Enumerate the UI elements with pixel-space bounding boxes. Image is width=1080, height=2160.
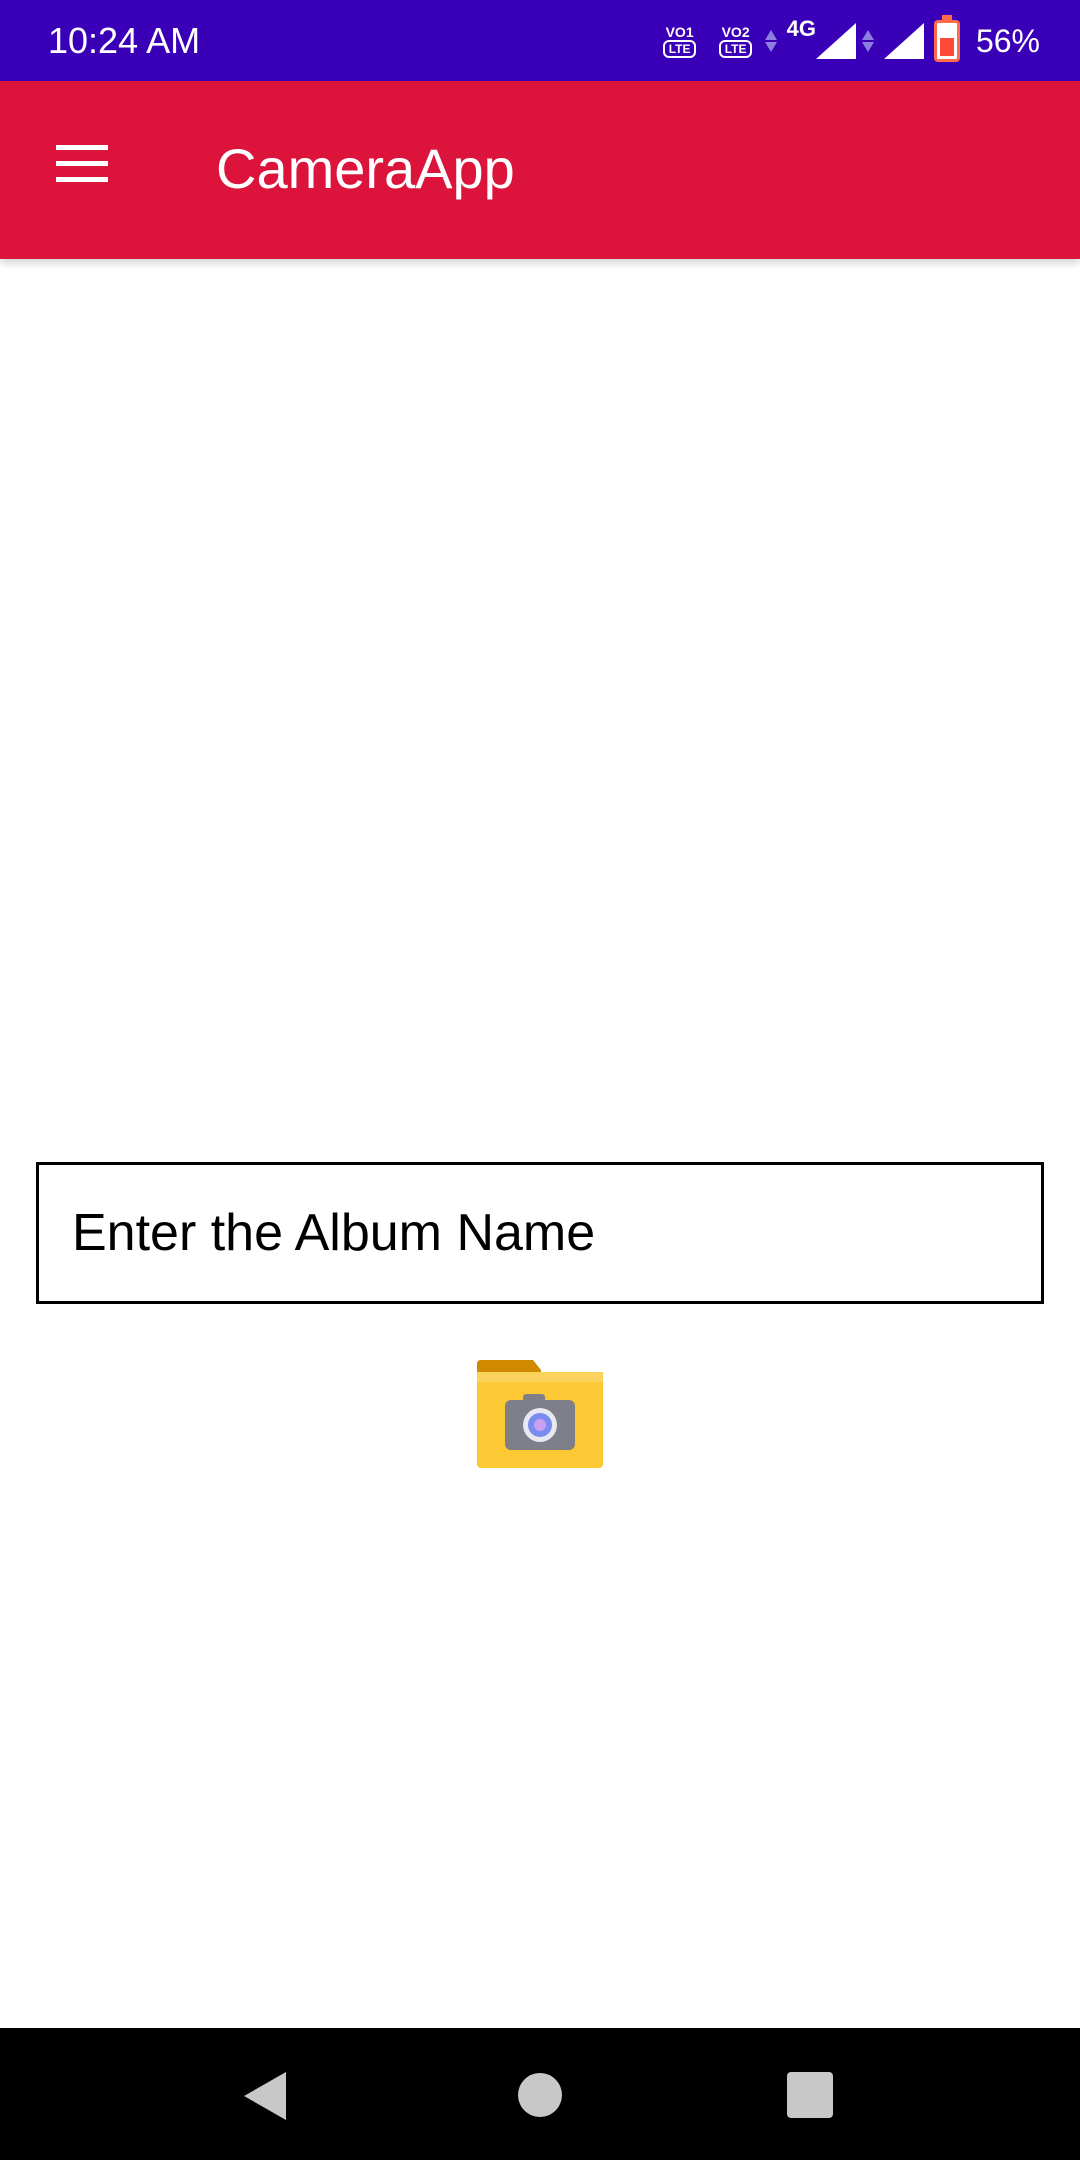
album-name-field-container	[36, 1162, 1044, 1304]
data-activity-icon	[764, 30, 777, 52]
volte-sim1-number: 1	[685, 24, 694, 40]
signal-no-service-icon	[883, 23, 924, 59]
volte-sim2-lte: LTE	[718, 40, 753, 58]
app-bar: CameraApp	[0, 81, 1080, 259]
album-name-input[interactable]	[39, 1165, 1041, 1301]
volte-sim2-icon: VO2 LTE	[713, 24, 759, 58]
volte-sim2-number: 2	[741, 24, 750, 40]
data-activity-icon-2	[861, 30, 874, 52]
home-circle-icon[interactable]	[518, 2073, 562, 2117]
status-icons: VO1 LTE VO2 LTE 4G 56%	[657, 15, 1040, 64]
volte-sim2-label: VO	[721, 24, 742, 40]
back-triangle-icon[interactable]	[244, 2072, 286, 2120]
volte-sim1-icon: VO1 LTE	[657, 24, 703, 58]
volte-sim1-label: VO	[665, 24, 686, 40]
recents-square-icon[interactable]	[787, 2072, 833, 2118]
status-time: 10:24 AM	[48, 20, 201, 61]
camera-app-screen: 10:24 AM VO1 LTE VO2 LTE 4G 56% CameraAp…	[0, 0, 1080, 2160]
battery-icon	[933, 15, 960, 62]
volte-sim1-lte: LTE	[662, 40, 697, 58]
app-title: CameraApp	[216, 137, 515, 200]
signal-strength-icon	[815, 23, 856, 59]
battery-percent: 56%	[975, 22, 1040, 59]
network-type-label: 4G	[786, 16, 816, 41]
status-bar: 10:24 AM VO1 LTE VO2 LTE 4G 56%	[0, 0, 1080, 81]
hamburger-menu-icon[interactable]	[52, 145, 112, 185]
navigation-bar	[0, 2028, 1080, 2160]
camera-folder-icon[interactable]	[475, 1360, 605, 1470]
